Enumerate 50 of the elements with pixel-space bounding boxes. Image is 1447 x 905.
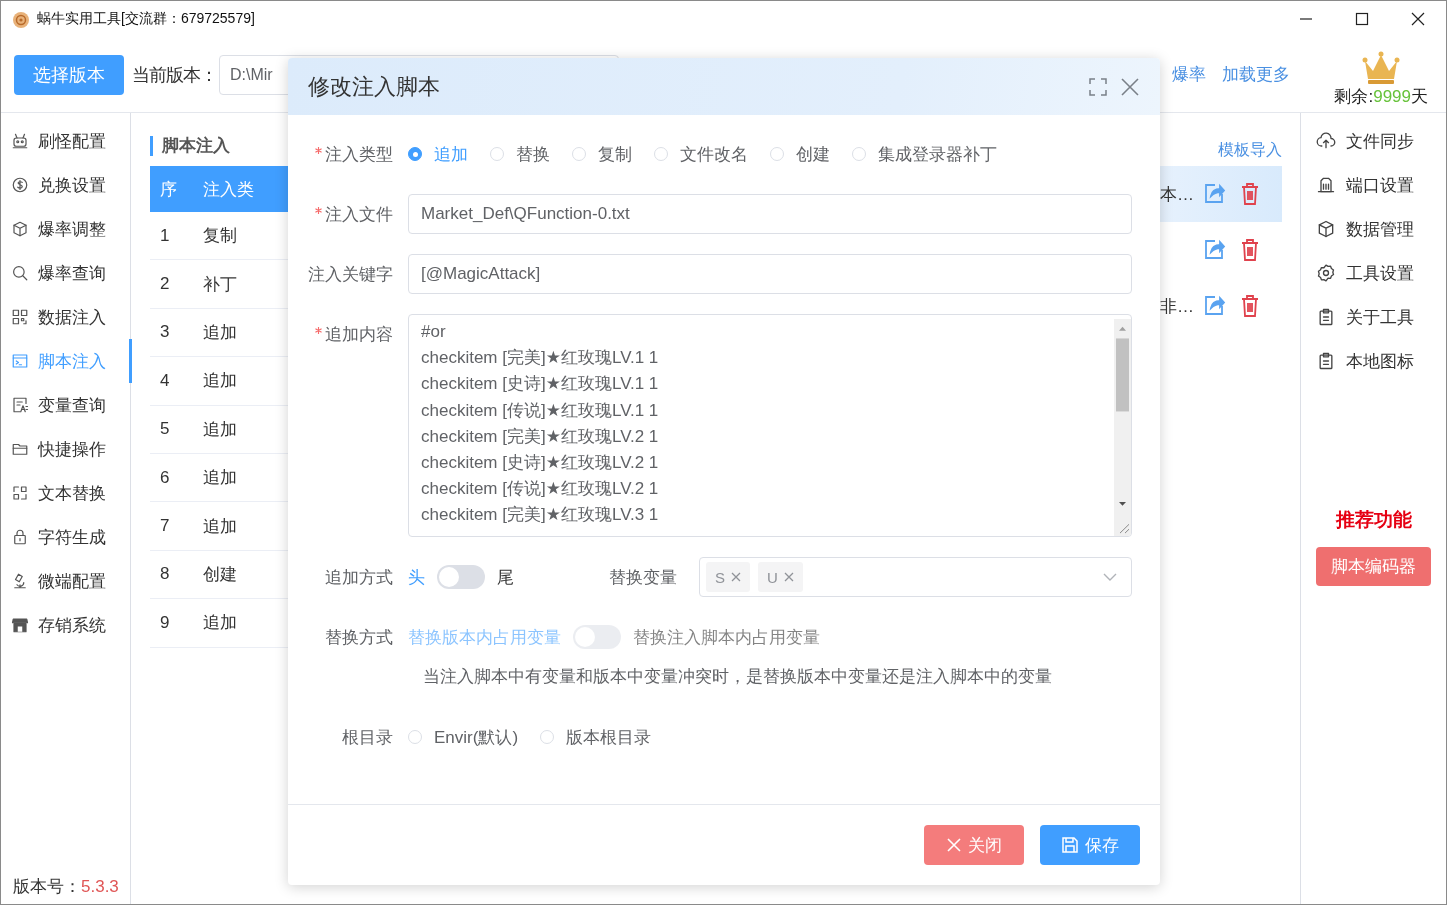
table-cell-text: 2 <box>159 274 171 295</box>
code-line: checkitem [完美]★红玫瑰LV.1 1 <box>421 347 660 370</box>
table-cell-text: 复制 <box>202 225 238 248</box>
field-label: 注入类型 <box>325 143 393 166</box>
table-cell-text: 追加 <box>202 467 238 490</box>
table-cell-text: 7 <box>159 516 171 537</box>
table-cell-text: 4 <box>159 370 171 391</box>
section-title: 脚本注入 <box>150 136 230 156</box>
table-cell-text: 5 <box>159 419 171 440</box>
recommend-title: 推荐功能 <box>1335 508 1412 532</box>
code-line: checkitem [史诗]★红玫瑰LV.1 1 <box>421 373 660 396</box>
dialog-title: 修改注入脚本 <box>308 72 441 101</box>
field-label: 追加内容 <box>325 323 393 346</box>
field-label: 注入关键字 <box>308 263 393 286</box>
switch-label: 尾 <box>497 566 514 589</box>
field-label: 根目录 <box>342 726 393 749</box>
field-label: 替换方式 <box>325 626 393 649</box>
field-label: 当前版本： <box>132 63 217 87</box>
table-cell-text: 9 <box>159 612 171 633</box>
code-line: checkitem [完美]★红玫瑰LV.3 1 <box>421 504 660 527</box>
table-cell-text: 补丁 <box>202 273 238 296</box>
table-cell-text: 追加 <box>202 515 238 538</box>
field-label: 追加方式 <box>325 566 393 589</box>
table-cell-text: 追加 <box>202 370 238 393</box>
field-label: 注入文件 <box>325 203 393 226</box>
code-line: checkitem [史诗]★红玫瑰LV.2 1 <box>421 451 660 474</box>
window-title: 蜗牛实用工具[交流群：679725579] <box>37 10 256 28</box>
table-cell: 本… <box>1160 184 1194 204</box>
code-line: #or <box>421 321 447 343</box>
column-header: 注入类 <box>202 178 255 201</box>
code-line: checkitem [完美]★红玫瑰LV.2 1 <box>421 425 660 448</box>
field-label: 替换变量 <box>609 566 677 589</box>
switch-label: 头 <box>408 566 425 589</box>
version-text: 版本号：5.3.3 <box>12 876 120 898</box>
remaining-days: 剩余:9999天 <box>1334 85 1428 108</box>
table-cell-text: 追加 <box>202 612 238 635</box>
table-cell-text: 3 <box>159 322 171 343</box>
table-cell-text: 追加 <box>202 418 238 441</box>
switch-label: 替换版本内占用变量 <box>408 626 561 649</box>
switch-label: 替换注入脚本内占用变量 <box>633 626 820 649</box>
hint-text: 当注入脚本中有变量和版本中变量冲突时，是替换版本中变量还是注入脚本中的变量 <box>423 666 1053 688</box>
table-cell-text: 创建 <box>202 563 238 586</box>
code-line: checkitem [传说]★红玫瑰LV.1 1 <box>421 399 660 422</box>
table-cell-text: 6 <box>159 467 171 488</box>
table-cell: 非… <box>1160 296 1194 316</box>
table-cell-text: 8 <box>159 564 171 585</box>
table-cell-text: 1 <box>159 225 171 246</box>
table-cell-text: 追加 <box>202 321 238 344</box>
code-line: checkitem [传说]★红玫瑰LV.2 1 <box>421 478 660 501</box>
column-header: 序 <box>159 178 178 201</box>
